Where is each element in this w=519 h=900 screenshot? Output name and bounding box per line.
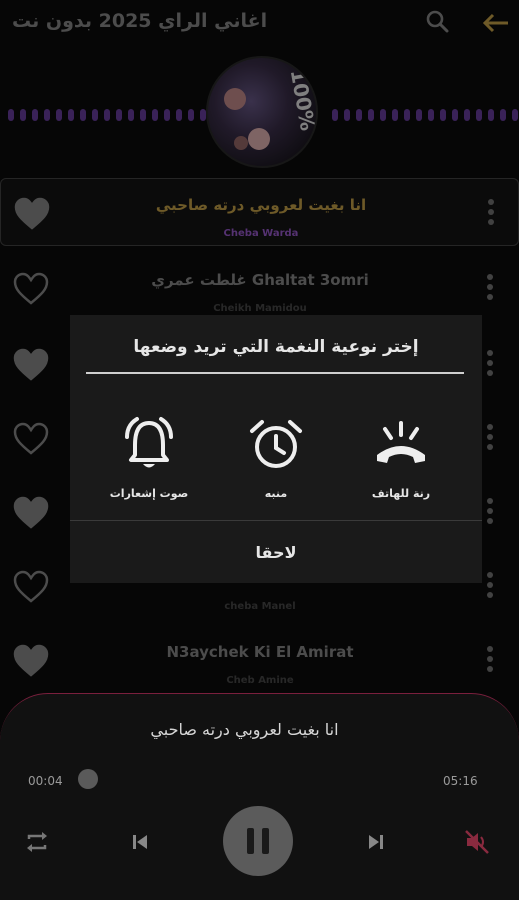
volume-off-icon[interactable] bbox=[463, 828, 491, 860]
alarm-clock-icon bbox=[250, 420, 302, 468]
notification-option-label: صوت إشعارات bbox=[109, 487, 189, 500]
skip-previous-icon[interactable] bbox=[130, 832, 150, 856]
mini-player: انا بغيت لعروبي درته صاحبي 00:04 05:16 bbox=[0, 693, 519, 900]
ringtone-option[interactable]: رنة للهاتف bbox=[346, 415, 456, 505]
notification-option[interactable]: صوت إشعارات bbox=[94, 415, 204, 505]
seek-thumb[interactable] bbox=[78, 769, 98, 789]
pause-icon bbox=[247, 828, 269, 854]
current-time: 00:04 bbox=[28, 774, 63, 788]
total-time: 05:16 bbox=[443, 774, 478, 788]
ringtone-option-label: رنة للهاتف bbox=[371, 487, 431, 500]
dialog-separator bbox=[70, 520, 482, 521]
alarm-option[interactable]: منبه bbox=[221, 415, 331, 505]
skip-next-icon[interactable] bbox=[366, 832, 386, 856]
play-pause-button[interactable] bbox=[223, 806, 293, 876]
notification-bell-icon bbox=[125, 417, 173, 468]
now-playing-title: انا بغيت لعروبي درته صاحبي bbox=[150, 720, 339, 739]
phone-ringtone-icon bbox=[377, 421, 425, 463]
alarm-option-label: منبه bbox=[264, 487, 288, 500]
repeat-icon[interactable] bbox=[25, 830, 49, 858]
later-button[interactable]: لاحقا bbox=[70, 522, 482, 583]
dialog-divider bbox=[86, 372, 464, 374]
ringtone-type-dialog: إختر نوعية النغمة التي تريد وضعها صوت إش… bbox=[70, 315, 482, 583]
dialog-title: إختر نوعية النغمة التي تريد وضعها bbox=[133, 337, 419, 357]
